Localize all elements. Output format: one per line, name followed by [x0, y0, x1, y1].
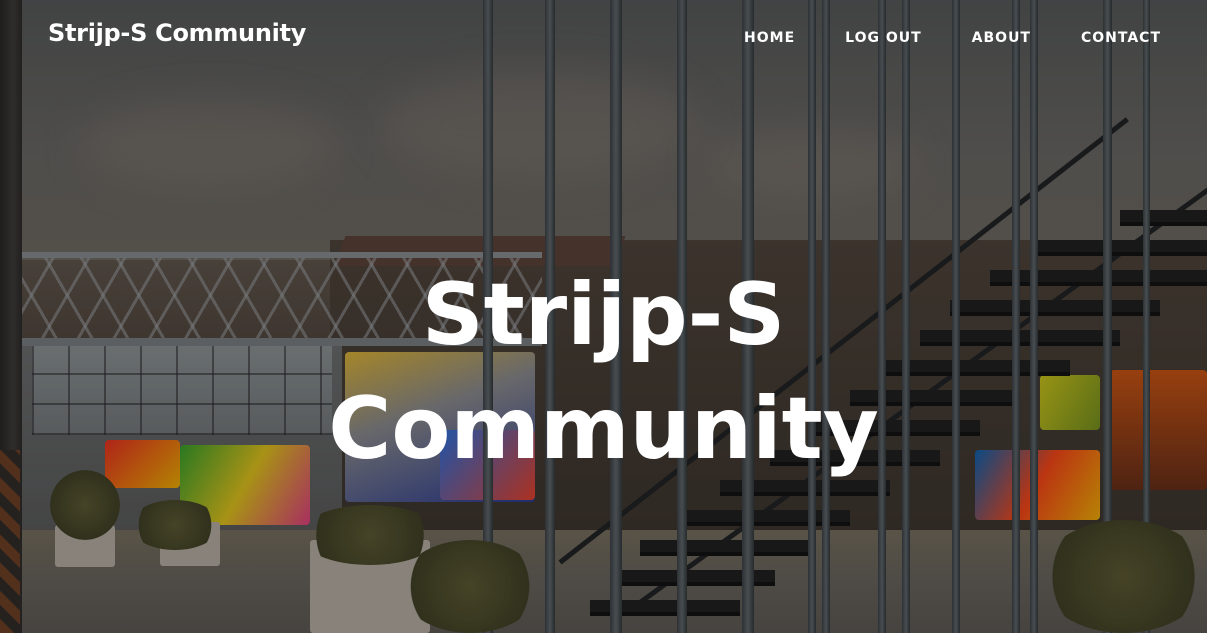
hero-heading: Strijp-S Community — [0, 258, 1207, 486]
hero-heading-line-1: Strijp-S — [421, 265, 786, 365]
nav-menu: HOME LOG OUT ABOUT CONTACT — [694, 27, 1161, 46]
navbar: Strijp-S Community HOME LOG OUT ABOUT CO… — [0, 0, 1207, 72]
brand-link[interactable]: Strijp-S Community — [48, 19, 306, 47]
hero-section: Strijp-S Community HOME LOG OUT ABOUT CO… — [0, 0, 1207, 633]
nav-link-log-out[interactable]: LOG OUT — [845, 30, 922, 46]
nav-link-contact[interactable]: CONTACT — [1081, 30, 1161, 46]
nav-item-contact: CONTACT — [1081, 27, 1161, 46]
nav-item-home: HOME — [744, 27, 795, 46]
nav-link-home[interactable]: HOME — [744, 30, 795, 46]
nav-item-log-out: LOG OUT — [845, 27, 922, 46]
hero-heading-line-2: Community — [328, 379, 879, 479]
nav-item-about: ABOUT — [972, 27, 1031, 46]
nav-link-about[interactable]: ABOUT — [972, 30, 1031, 46]
